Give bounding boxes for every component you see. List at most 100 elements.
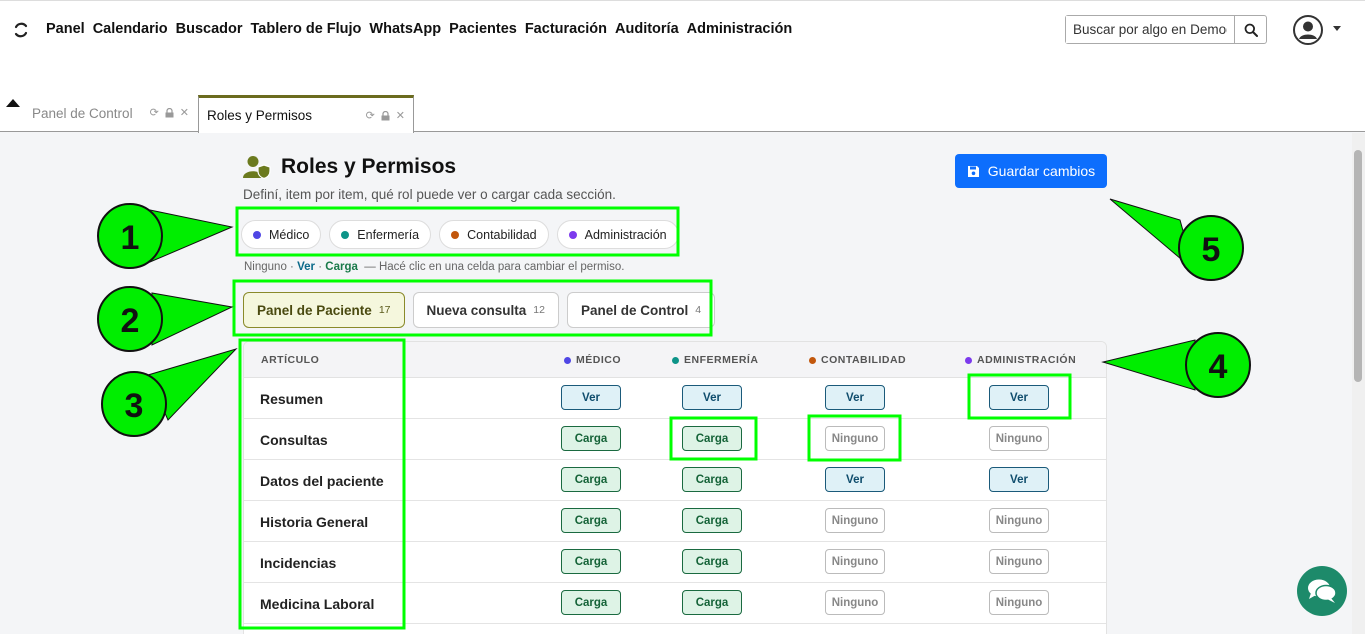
nav-auditoria[interactable]: Auditoría xyxy=(615,21,679,37)
permission-cell[interactable]: Carga xyxy=(682,549,742,574)
table-row: Consultas Carga Carga Ninguno Ninguno xyxy=(244,419,1106,460)
scrollbar-thumb[interactable] xyxy=(1354,150,1362,382)
section-tab-nueva-consulta[interactable]: Nueva consulta 12 xyxy=(412,292,559,328)
permission-cell[interactable]: Carga xyxy=(682,426,742,451)
role-pill-medico[interactable]: Médico xyxy=(241,220,322,249)
role-dot xyxy=(564,356,571,364)
permission-cell[interactable]: Carga xyxy=(561,426,621,451)
marker-pointer xyxy=(149,209,234,263)
role-dot xyxy=(672,356,679,364)
nav-buscador[interactable]: Buscador xyxy=(176,21,243,37)
role-label: Enfermería xyxy=(357,227,420,242)
legend-separator: · xyxy=(318,261,323,273)
section-label: Panel de Control xyxy=(580,302,689,318)
permission-cell[interactable]: Ver xyxy=(825,467,885,492)
marker-circle xyxy=(1185,332,1251,398)
tab-roles-y-permisos[interactable]: Roles y Permisos ⟳ ✕ xyxy=(198,95,414,133)
permission-cell[interactable]: Ver xyxy=(989,467,1049,492)
tab-panel-de-control[interactable]: Panel de Control ⟳ ✕ xyxy=(24,95,197,132)
save-icon xyxy=(967,165,979,177)
lock-icon[interactable] xyxy=(165,107,174,118)
permission-cell[interactable]: Ninguno xyxy=(825,549,885,574)
user-menu-chevron-down-icon[interactable] xyxy=(1333,26,1341,31)
article-label: Incidencias xyxy=(260,555,337,571)
legend-ver: Ver xyxy=(297,261,316,273)
app-logo-icon[interactable] xyxy=(12,21,30,39)
table-row: Incidencias Carga Carga Ninguno Ninguno xyxy=(244,542,1106,583)
close-icon[interactable]: ✕ xyxy=(396,109,405,122)
permission-cell[interactable]: Ninguno xyxy=(825,508,885,533)
chat-button[interactable] xyxy=(1297,566,1347,616)
column-header-label: ENFERMERÍA xyxy=(684,354,759,366)
permission-cell[interactable]: Ver xyxy=(989,385,1049,410)
marker-pointer xyxy=(1109,198,1195,272)
nav-tablero-flujo[interactable]: Tablero de Flujo xyxy=(251,21,362,37)
role-dot xyxy=(965,356,972,364)
marker-number: 4 xyxy=(1209,348,1228,386)
article-label: Medicina Laboral xyxy=(260,596,375,612)
section-tab-panel-control[interactable]: Panel de Control 4 xyxy=(566,292,716,328)
column-header-label: ARTÍCULO xyxy=(261,354,320,366)
nav-pacientes[interactable]: Pacientes xyxy=(449,21,517,37)
marker-pointer xyxy=(147,347,238,421)
role-label: Administración xyxy=(584,227,667,242)
permission-cell[interactable]: Carga xyxy=(561,549,621,574)
permission-cell[interactable]: Ninguno xyxy=(989,426,1049,451)
nav-administracion[interactable]: Administración xyxy=(687,21,793,37)
section-label: Panel de Paciente xyxy=(257,302,372,318)
role-pill-enfermeria[interactable]: Enfermería xyxy=(329,220,432,249)
permission-cell[interactable]: Carga xyxy=(682,467,742,492)
permission-cell[interactable]: Carga xyxy=(561,508,621,533)
refresh-icon[interactable]: ⟳ xyxy=(366,109,375,122)
lock-icon[interactable] xyxy=(381,110,390,121)
legend-separator: · xyxy=(290,261,294,273)
section-count-badge: 4 xyxy=(695,304,702,316)
refresh-icon[interactable]: ⟳ xyxy=(150,106,159,119)
role-dot xyxy=(568,230,577,239)
permission-cell[interactable]: Ninguno xyxy=(825,590,885,615)
permission-cell[interactable]: Ver xyxy=(561,385,621,410)
permission-cell[interactable]: Ver xyxy=(825,385,885,410)
nav-calendario[interactable]: Calendario xyxy=(93,21,168,37)
save-button[interactable]: Guardar cambios xyxy=(955,154,1107,188)
main-menu: Panel Calendario Buscador Tablero de Flu… xyxy=(46,21,792,37)
permission-cell[interactable]: Ninguno xyxy=(989,590,1049,615)
search-button[interactable] xyxy=(1234,16,1266,43)
article-label: Datos del paciente xyxy=(260,473,384,489)
close-icon[interactable]: ✕ xyxy=(180,106,189,119)
table-row: Medicina Laboral Carga Carga Ninguno Ninguno xyxy=(244,583,1106,624)
column-header-label: MÉDICO xyxy=(576,354,621,366)
permission-cell[interactable]: Ninguno xyxy=(825,426,885,451)
permission-cell[interactable]: Carga xyxy=(682,590,742,615)
permission-cell[interactable]: Ver xyxy=(682,385,742,410)
article-label: Resumen xyxy=(260,391,324,407)
role-pill-administracion[interactable]: Administración xyxy=(556,220,679,249)
marker-circle xyxy=(97,203,163,269)
permission-cell[interactable]: Carga xyxy=(682,508,742,533)
column-header-contabilidad: CONTABILIDAD xyxy=(809,354,906,366)
section-tab-panel-paciente[interactable]: Panel de Paciente 17 xyxy=(243,292,405,328)
role-label: Contabilidad xyxy=(467,227,537,242)
permission-cell[interactable]: Ninguno xyxy=(989,549,1049,574)
nav-facturacion[interactable]: Facturación xyxy=(525,21,607,37)
marker-circle xyxy=(101,371,167,437)
column-header-label: CONTABILIDAD xyxy=(821,354,907,366)
nav-whatsapp[interactable]: WhatsApp xyxy=(369,21,441,37)
collapse-triangle-icon[interactable] xyxy=(6,99,20,107)
permission-cell[interactable]: Carga xyxy=(561,467,621,492)
role-pill-contabilidad[interactable]: Contabilidad xyxy=(439,220,549,249)
marker-number: 1 xyxy=(121,219,140,257)
legend-carga: Carga xyxy=(325,261,358,273)
permission-cell[interactable]: Carga xyxy=(561,590,621,615)
marker-number: 5 xyxy=(1202,231,1221,269)
role-label: Médico xyxy=(269,227,310,242)
nav-panel[interactable]: Panel xyxy=(46,21,85,37)
table-row: Historia General Carga Carga Ninguno Ninguno xyxy=(244,501,1106,542)
save-button-label: Guardar cambios xyxy=(987,163,1096,179)
marker-pointer xyxy=(1101,339,1196,391)
permission-cell[interactable]: Ninguno xyxy=(989,508,1049,533)
search-icon xyxy=(1244,23,1258,37)
search-input[interactable] xyxy=(1066,16,1234,43)
user-avatar-icon[interactable] xyxy=(1292,14,1324,46)
chat-bubbles-icon xyxy=(1308,579,1337,603)
